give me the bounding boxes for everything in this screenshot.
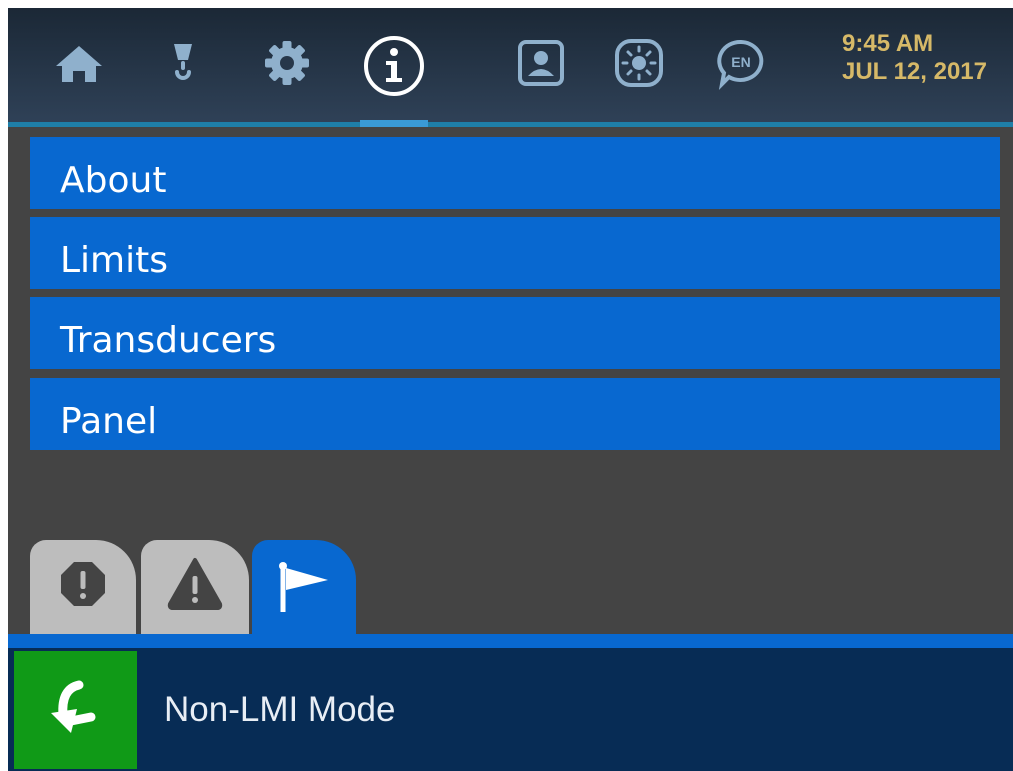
info-icon (364, 36, 424, 96)
home-icon (56, 46, 102, 82)
status-bar: Non-LMI Mode (8, 648, 1013, 771)
flag-icon (279, 562, 328, 612)
language-icon: EN (717, 39, 764, 90)
menu-item-label: Panel (60, 401, 158, 442)
menu-item-label: Transducers (60, 320, 277, 361)
crane-button[interactable] (156, 36, 210, 90)
menu-item-transducers[interactable]: Transducers (30, 297, 1000, 369)
screen: EN 9:45 AM JUL 12, 2017 About Limits Tra… (8, 8, 1013, 771)
info-button[interactable] (362, 34, 426, 98)
menu-item-label: Limits (60, 240, 168, 281)
language-code: EN (731, 54, 750, 70)
menu-item-about[interactable]: About (30, 137, 1000, 209)
brightness-button[interactable] (612, 36, 666, 90)
mode-button[interactable] (14, 651, 137, 769)
tab-notices[interactable] (252, 540, 356, 640)
error-icon (61, 562, 105, 606)
tab-warnings[interactable] (141, 540, 249, 636)
header-divider (8, 122, 1013, 127)
menu-item-label: About (60, 160, 167, 201)
settings-button[interactable] (260, 36, 314, 90)
tab-strip-bar (8, 634, 1013, 648)
mode-label: Non-LMI Mode (164, 690, 396, 729)
operator-button[interactable] (514, 36, 568, 90)
tab-errors[interactable] (30, 540, 136, 636)
crane-hook-icon (174, 44, 192, 80)
clock: 9:45 AM JUL 12, 2017 (842, 30, 987, 86)
top-nav-bar: EN 9:45 AM JUL 12, 2017 (8, 8, 1013, 122)
menu-item-panel[interactable]: Panel (30, 378, 1000, 450)
operator-icon (518, 40, 564, 86)
home-button[interactable] (52, 36, 106, 90)
menu-item-limits[interactable]: Limits (30, 217, 1000, 289)
time-text: 9:45 AM (842, 30, 934, 57)
curved-arrow-icon (50, 680, 95, 733)
language-button[interactable]: EN (714, 36, 768, 90)
gear-icon (265, 41, 309, 85)
brightness-icon (615, 39, 663, 87)
active-tab-indicator (360, 120, 428, 127)
date-text: JUL 12, 2017 (842, 58, 987, 85)
warning-icon (167, 558, 223, 610)
